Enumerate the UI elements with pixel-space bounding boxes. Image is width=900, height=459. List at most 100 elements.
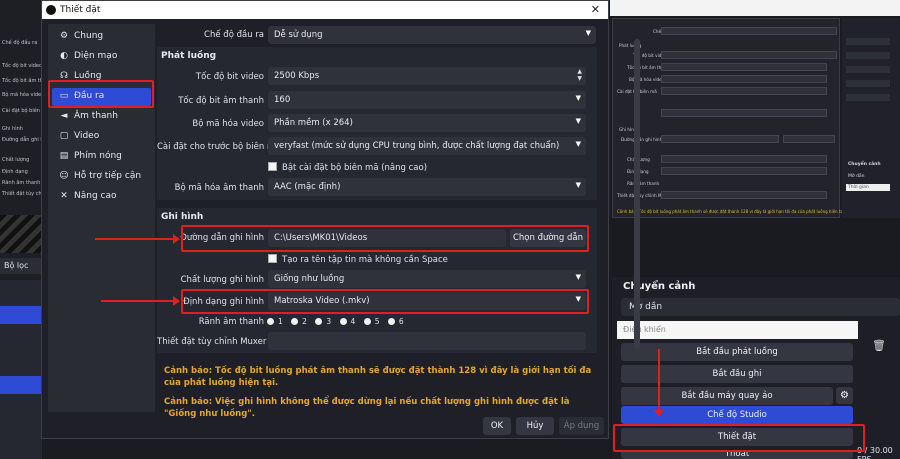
track-label: 1 — [278, 317, 283, 326]
mini-field — [661, 27, 837, 35]
side-row — [846, 66, 890, 73]
mini-field — [661, 75, 827, 83]
mini-field — [661, 167, 827, 175]
obs-logo-icon — [46, 5, 56, 15]
preset-select[interactable]: veryfast (mức sử dụng CPU trung bình, đư… — [268, 137, 586, 155]
preset-value: veryfast (mức sử dụng CPU trung bình, đư… — [274, 141, 560, 151]
settings-scrollbar[interactable] — [634, 39, 640, 349]
mini-label: Đường dẫn ghi hình — [621, 137, 663, 142]
speaker-icon: ◄ — [60, 111, 68, 121]
bg-label: Ghi hình — [2, 126, 23, 132]
start-record-button[interactable]: Bắt đầu ghi — [621, 365, 853, 383]
side-row — [846, 80, 890, 87]
checkbox-icon[interactable] — [268, 162, 277, 171]
checkbox-icon[interactable] — [268, 254, 277, 263]
chevron-down-icon: ▼ — [575, 117, 581, 125]
settings-dialog: Thiết đặt ✕ ⚙ Chung ◐ Diện mạo ☊ Luồng ▭… — [41, 0, 640, 439]
obs-topbar — [610, 0, 900, 16]
mini-field — [661, 87, 827, 95]
track-label: 3 — [326, 317, 332, 326]
controls-header: Điều khiển — [617, 321, 858, 339]
output-mode-select[interactable]: Dễ sử dụng ▼ — [268, 26, 596, 44]
annotation-box-format — [181, 289, 589, 314]
apply-button[interactable]: Áp dụng — [559, 417, 604, 435]
advanced-encoder-checkbox[interactable]: Bật cài đặt bộ biên mã (nâng cao) — [268, 162, 427, 173]
track-radio[interactable] — [339, 318, 347, 325]
track-label: 5 — [374, 317, 380, 326]
nav-item-accessibility[interactable]: ☺ Hỗ trợ tiếp cận — [52, 168, 151, 186]
filter-button[interactable]: Bộ lọc — [0, 258, 42, 274]
encoder-select[interactable]: Phần mềm (x 264) ▼ — [268, 114, 586, 132]
audio-encoder-select[interactable]: AAC (mặc định) ▼ — [268, 178, 586, 196]
trash-icon[interactable]: 🗑 — [872, 339, 886, 352]
mini-label: Rãnh âm thanh — [627, 181, 660, 186]
no-space-label: Tạo ra tên tập tin mà không cần Space — [282, 255, 448, 265]
gear-icon: ⚙ — [59, 31, 69, 41]
mini-field — [661, 109, 827, 117]
no-space-checkbox[interactable]: Tạo ra tên tập tin mà không cần Space — [268, 254, 448, 265]
track-radio[interactable] — [363, 318, 371, 325]
dialog-title: Thiết đặt — [60, 5, 101, 15]
dialog-titlebar: Thiết đặt ✕ — [42, 1, 608, 19]
nav-item-video[interactable]: ▢ Video — [52, 128, 151, 146]
recording-quality-select[interactable]: Giống như luồng ▼ — [268, 270, 586, 288]
nav-label: Hỗ trợ tiếp cận — [74, 171, 142, 181]
chevron-down-icon: ▼ — [575, 273, 581, 281]
bg-label: Tốc độ bit video — [2, 63, 43, 69]
nav-label: Phím nóng — [74, 151, 122, 161]
wrench-icon: ✕ — [60, 191, 68, 201]
track-radio[interactable] — [315, 318, 323, 325]
nav-item-appearance[interactable]: ◐ Diện mạo — [52, 48, 151, 66]
cancel-button[interactable]: Hủy — [516, 417, 554, 435]
muxer-input[interactable] — [268, 332, 586, 350]
nav-item-audio[interactable]: ◄ Âm thanh — [52, 108, 151, 126]
ok-button[interactable]: OK — [483, 417, 511, 435]
nav-label: Nâng cao — [74, 191, 117, 201]
annotation-arrow-down — [654, 349, 664, 417]
selected-source-row[interactable] — [0, 376, 42, 394]
track-radio[interactable] — [291, 318, 299, 325]
recording-quality-label: Chất lượng ghi hình — [180, 275, 264, 285]
mini-field — [661, 155, 827, 163]
chevron-down-icon: ▼ — [575, 140, 581, 148]
audio-bitrate-label: Tốc độ bit âm thanh — [178, 96, 264, 106]
selected-scene-row[interactable] — [0, 306, 42, 324]
annotation-box-path — [181, 225, 589, 252]
video-bitrate-value: 2500 Kbps — [274, 71, 320, 81]
chevron-down-icon: ▼ — [575, 181, 581, 189]
display-icon: ▢ — [59, 131, 69, 141]
recording-quality-value: Giống như luồng — [274, 274, 345, 284]
settings-content: Chế độ đầu ra Dễ sử dụng ▼ Phát luồng Tố… — [157, 23, 608, 413]
video-bitrate-input[interactable]: 2500 Kbps ▲ ▼ — [268, 67, 586, 85]
annotation-box-settings — [613, 424, 865, 452]
nav-item-hotkeys[interactable]: ▤ Phím nóng — [52, 148, 151, 166]
keyboard-icon: ▤ — [59, 151, 69, 161]
audio-bitrate-select[interactable]: 160 ▼ — [268, 91, 586, 109]
nav-item-advanced[interactable]: ✕ Nâng cao — [52, 188, 151, 206]
audio-tracks-row: 1 2 3 4 5 6 — [261, 317, 404, 326]
mini-field — [661, 63, 827, 71]
close-icon[interactable]: ✕ — [591, 3, 600, 16]
streaming-title: Phát luồng — [161, 51, 217, 61]
vcam-gear-icon[interactable]: ⚙ — [836, 387, 853, 404]
filter-label: Bộ lọc — [4, 261, 29, 270]
video-bitrate-label: Tốc độ bit video — [195, 72, 264, 82]
track-radio[interactable] — [387, 318, 395, 325]
start-stream-button[interactable]: Bắt đầu phát luồng — [621, 343, 853, 361]
mini-field — [661, 191, 827, 199]
track-radio[interactable] — [267, 318, 274, 325]
mini-warning: Cảnh báo: Tốc độ bit luồng phát âm thanh… — [617, 209, 846, 214]
accessibility-icon: ☺ — [59, 171, 69, 181]
nav-item-general[interactable]: ⚙ Chung — [52, 28, 151, 46]
annotation-box-output-nav — [48, 80, 154, 108]
preview-stripes — [0, 215, 42, 253]
side-row — [846, 94, 890, 101]
audio-encoder-value: AAC (mặc định) — [274, 182, 341, 192]
bg-label: Rãnh âm thanh — [2, 180, 41, 186]
audio-bitrate-value: 160 — [274, 95, 291, 105]
track-label: 2 — [302, 317, 307, 326]
stepper-icon[interactable]: ▲ ▼ — [577, 68, 582, 82]
nav-label: Video — [74, 131, 100, 141]
transition-select[interactable]: Mờ dần — [621, 298, 900, 316]
start-vcam-button[interactable]: Bắt đầu máy quay ảo — [621, 387, 833, 405]
